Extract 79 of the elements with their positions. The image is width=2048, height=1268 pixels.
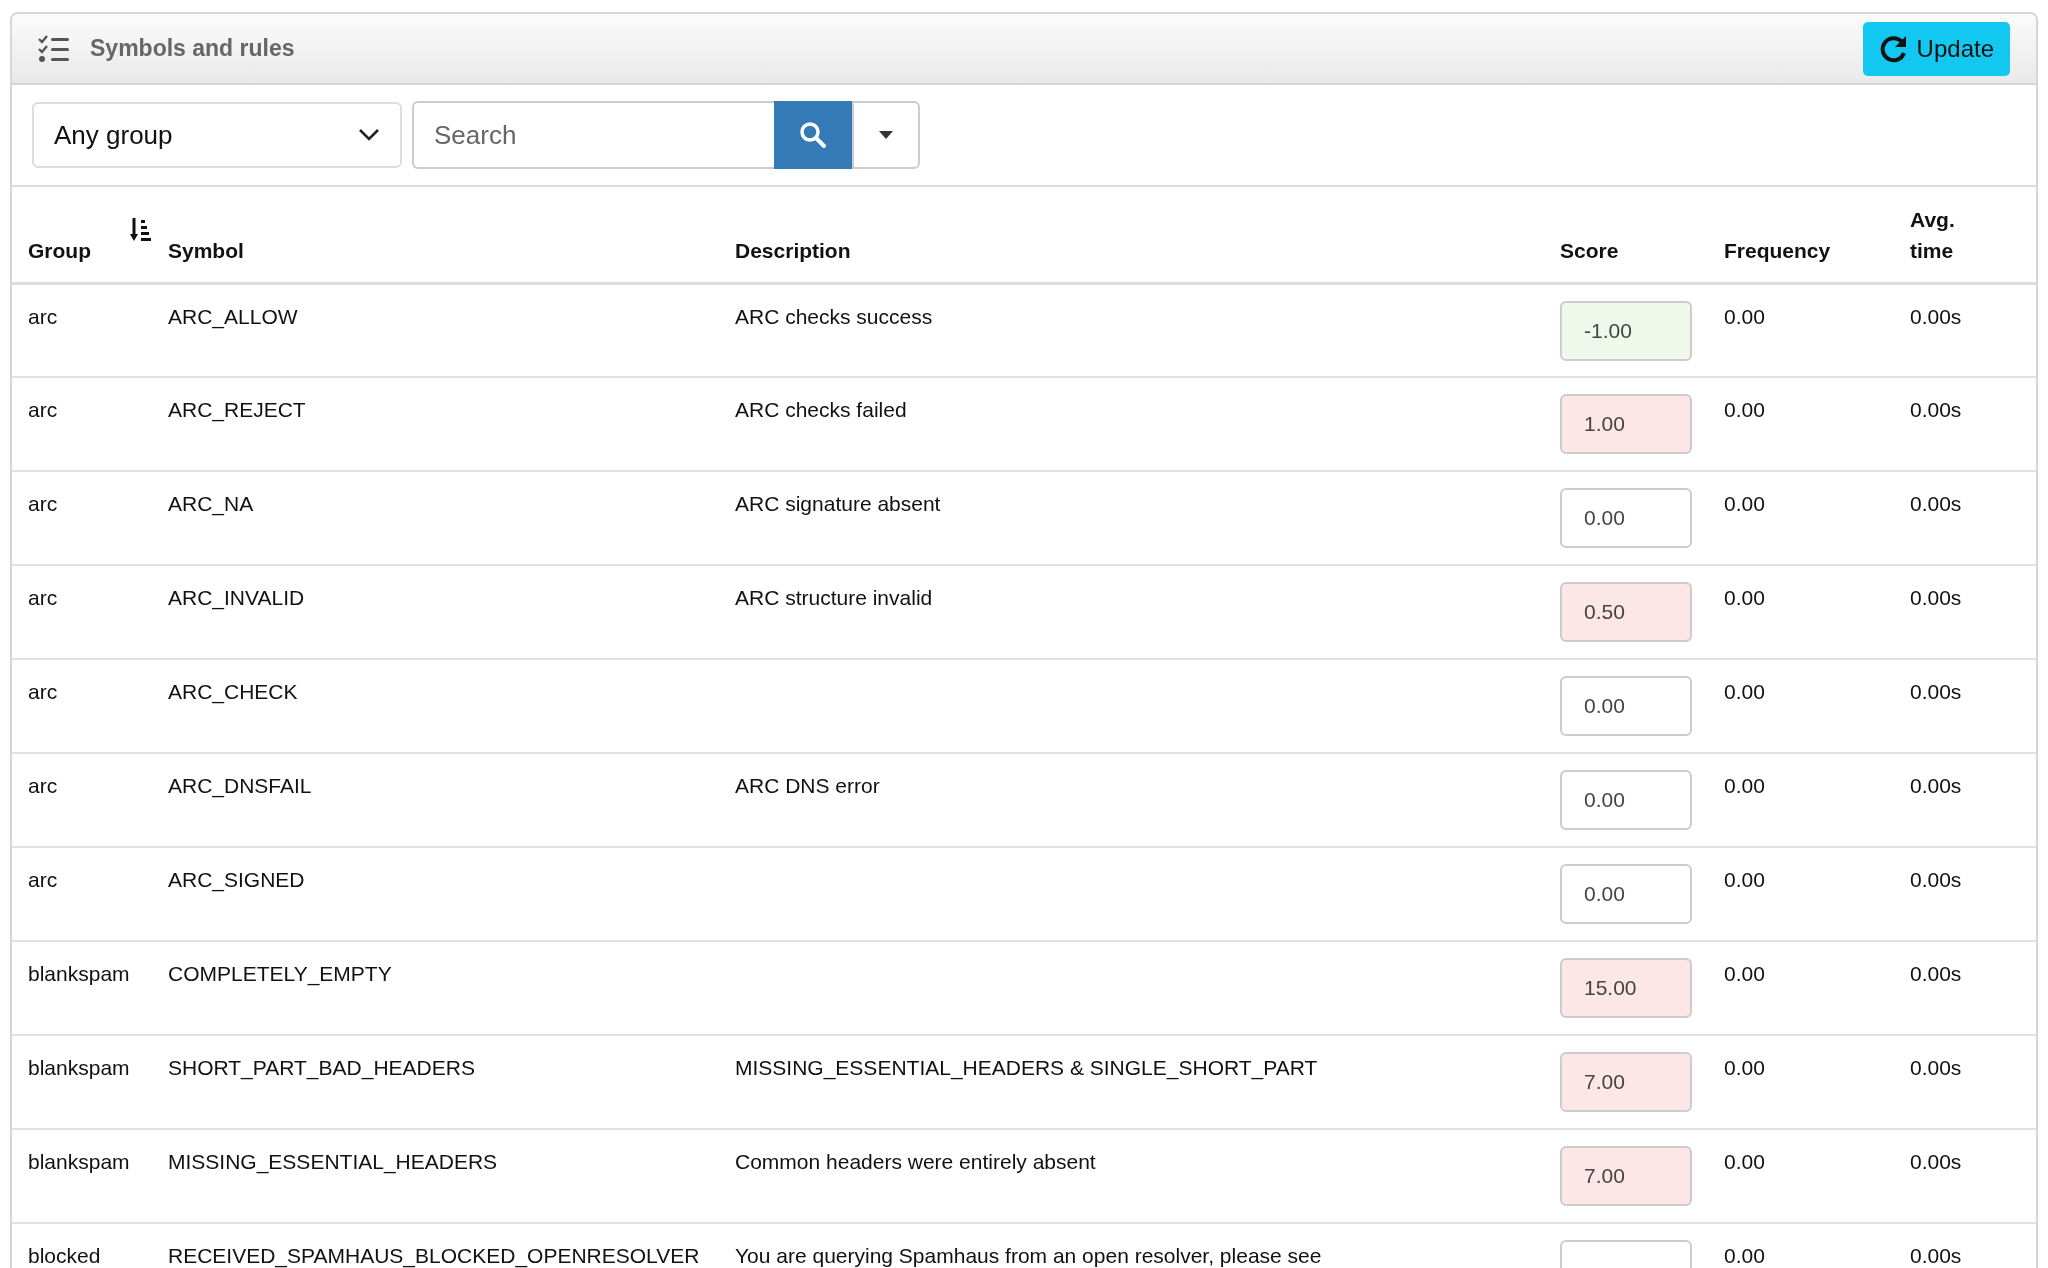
avg-time-cell: 0.00s — [1910, 398, 1962, 421]
symbol-cell: ARC_SIGNED — [168, 868, 305, 891]
chevron-down-icon — [358, 128, 380, 142]
card-title: Symbols and rules — [90, 34, 295, 64]
symbol-cell: SHORT_PART_BAD_HEADERS — [168, 1056, 475, 1079]
avg-time-header[interactable]: Avg. time — [1910, 203, 1970, 266]
score-field[interactable]: 1.00 — [1560, 394, 1692, 454]
symbol-cell: ARC_REJECT — [168, 398, 306, 421]
symbol-cell: ARC_DNSFAIL — [168, 774, 312, 797]
score-header[interactable]: Score — [1560, 238, 1619, 262]
caret-icon — [879, 131, 893, 139]
checklist-icon — [38, 34, 70, 63]
group-cell: arc — [28, 304, 58, 328]
avg-time-cell: 0.00s — [1910, 962, 1962, 985]
score-field[interactable]: 15.00 — [1560, 958, 1692, 1018]
frequency-header[interactable]: Frequency — [1724, 238, 1831, 262]
frequency-cell: 0.00 — [1724, 774, 1765, 797]
symbol-cell: ARC_ALLOW — [168, 304, 298, 328]
avg-time-cell: 0.00s — [1910, 868, 1962, 891]
score-field[interactable]: 0.50 — [1560, 582, 1692, 642]
group-cell: arc — [28, 398, 58, 421]
sort-icon[interactable] — [130, 217, 152, 243]
symbol-cell: ARC_INVALID — [168, 586, 305, 609]
score-field[interactable]: 7.00 — [1560, 1052, 1692, 1112]
avg-time-cell: 0.00s — [1910, 304, 1962, 328]
group-cell: blankspam — [28, 1056, 130, 1079]
description-header[interactable]: Description — [735, 238, 851, 262]
update-button[interactable]: Update — [1862, 21, 2010, 76]
symbol-header[interactable]: Symbol — [168, 238, 244, 262]
frequency-cell: 0.00 — [1724, 492, 1765, 515]
frequency-cell: 0.00 — [1724, 586, 1765, 609]
description-cell: ARC structure invalid — [735, 586, 933, 609]
group-select[interactable]: Any group — [32, 102, 402, 168]
group-cell: blocked — [28, 1244, 101, 1267]
description-cell: Common headers were entirely absent — [735, 1150, 1096, 1173]
refresh-icon — [1878, 33, 1909, 64]
group-cell: arc — [28, 586, 58, 609]
symbol-cell: MISSING_ESSENTIAL_HEADERS — [168, 1150, 498, 1173]
group-cell: blankspam — [28, 1150, 130, 1173]
avg-time-cell: 0.00s — [1910, 492, 1962, 515]
group-cell: arc — [28, 680, 58, 703]
frequency-cell: 0.00 — [1724, 398, 1765, 421]
description-cell: MISSING_ESSENTIAL_HEADERS & SINGLE_SHORT_PART — [735, 1056, 1318, 1079]
group-header[interactable]: Group — [28, 238, 91, 262]
symbol-cell: ARC_CHECK — [168, 680, 298, 703]
avg-time-cell: 0.00s — [1910, 1244, 1962, 1267]
avg-time-cell: 0.00s — [1910, 774, 1962, 797]
description-cell: ARC checks success — [735, 304, 933, 328]
symbol-cell: ARC_NA — [168, 492, 254, 515]
avg-time-cell: 0.00s — [1910, 680, 1962, 703]
group-cell: arc — [28, 868, 58, 891]
group-cell: blankspam — [28, 962, 130, 985]
avg-time-cell: 0.00s — [1910, 1150, 1962, 1173]
score-field[interactable]: 7.00 — [1560, 1146, 1692, 1206]
description-cell: ARC DNS error — [735, 774, 880, 797]
score-field[interactable]: 0.00 — [1560, 770, 1692, 830]
search-field[interactable]: Search — [412, 101, 774, 169]
score-field[interactable]: 0.00 — [1560, 676, 1692, 736]
group-cell: arc — [28, 492, 58, 515]
symbol-cell: COMPLETELY_EMPTY — [168, 962, 392, 985]
score-field[interactable]: -1.00 — [1560, 300, 1692, 361]
avg-time-cell: 0.00s — [1910, 1056, 1962, 1079]
symbol-cell: RECEIVED_SPAMHAUS_BLOCKED_OPENRESOLVER — [168, 1244, 700, 1267]
group-cell: arc — [28, 774, 58, 797]
frequency-cell: 0.00 — [1724, 962, 1765, 985]
frequency-cell: 0.00 — [1724, 868, 1765, 891]
description-cell: You are querying Spamhaus from an open resolver, please see — [735, 1244, 1322, 1267]
frequency-cell: 0.00 — [1724, 304, 1765, 328]
frequency-cell: 0.00 — [1724, 1244, 1765, 1267]
score-field[interactable]: 0.00 — [1560, 488, 1692, 548]
description-cell: ARC signature absent — [735, 492, 941, 515]
description-cell: ARC checks failed — [735, 398, 907, 421]
avg-time-cell: 0.00s — [1910, 586, 1962, 609]
search-icon — [799, 121, 827, 149]
frequency-cell: 0.00 — [1724, 1056, 1765, 1079]
search-button[interactable] — [774, 101, 852, 169]
score-field[interactable]: 0.00 — [1560, 864, 1692, 924]
frequency-cell: 0.00 — [1724, 680, 1765, 703]
frequency-cell: 0.00 — [1724, 1150, 1765, 1173]
